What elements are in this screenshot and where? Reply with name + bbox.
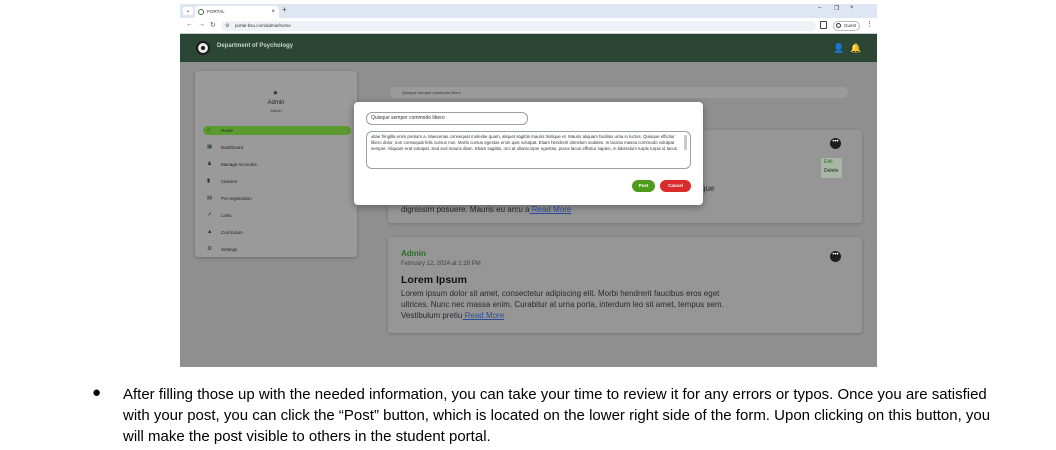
post-title: Lorem Ipsum xyxy=(401,274,467,286)
address-bar[interactable]: ⚙ portal-bsu.com/admin/home xyxy=(221,21,816,31)
browser-tab[interactable]: PORTAL × xyxy=(195,6,279,18)
user-profile-icon[interactable]: 👤 xyxy=(833,43,844,54)
sidebar-user-name: Admin xyxy=(267,100,285,106)
tab-title: PORTAL xyxy=(207,9,225,14)
sidebar-item-label: Manage Accounts xyxy=(221,162,257,167)
post-date: February 12, 2024 at 1:28 PM xyxy=(401,261,481,267)
department-title: Department of Psychology xyxy=(217,43,294,49)
sidebar-item-settings[interactable]: ⚙ Settings xyxy=(203,245,351,254)
site-info-icon[interactable]: ⚙ xyxy=(225,21,229,31)
gear-icon: ⚙ xyxy=(207,246,212,252)
read-more-link[interactable]: Read More xyxy=(530,205,572,214)
post-options-menu: Edit Delete xyxy=(821,158,842,178)
instruction-text: After filling those up with the needed i… xyxy=(123,386,991,445)
close-window-button[interactable]: × xyxy=(850,5,854,11)
forward-arrow-icon[interactable]: → xyxy=(198,21,205,28)
department-logo xyxy=(196,41,210,55)
sidebar-item-manage-accounts[interactable]: ♟ Manage Accounts xyxy=(203,160,351,169)
create-post-modal: Quisque semper commodo libero vitae frin… xyxy=(354,102,703,205)
cancel-button[interactable]: Cancel xyxy=(660,180,691,192)
browser-menu-icon[interactable]: ⋮ xyxy=(866,20,873,28)
textarea-scrollbar[interactable] xyxy=(684,135,687,150)
post-body-textarea[interactable]: vitae fringilla enim pretium a. Maecenas… xyxy=(366,131,691,169)
sidebar-item-home[interactable]: ⌂ Home xyxy=(203,126,351,135)
read-more-link[interactable]: Read More xyxy=(462,311,505,320)
post-card: Admin February 12, 2024 at 1:28 PM Lorem… xyxy=(388,237,862,333)
sidebar-item-label: Pre-registration xyxy=(221,196,252,201)
favicon-icon xyxy=(198,9,204,15)
post-options-icon[interactable]: ••• xyxy=(830,138,841,149)
sidebar-item-dashboard[interactable]: ▦ Dashboard xyxy=(203,143,351,152)
bullet-point: ● xyxy=(92,384,102,401)
sidebar-item-label: Classes xyxy=(221,179,238,184)
back-arrow-icon[interactable]: ← xyxy=(186,21,193,28)
sidebar-item-label: Links xyxy=(221,213,232,218)
post-body-text: dignissim posuere. Mauris eu arcu a xyxy=(401,205,530,214)
profile-label: Guest xyxy=(844,23,857,28)
post-options-icon[interactable]: ••• xyxy=(830,251,841,262)
post-button[interactable]: Post xyxy=(632,180,655,192)
profile-icon xyxy=(836,23,841,28)
portal-header: Department of Psychology 👤 🔔 xyxy=(180,34,877,62)
browser-tab-strip: ⌄ PORTAL × + – ❐ × xyxy=(180,4,877,18)
side-panel-icon[interactable] xyxy=(820,21,827,29)
post-title-input[interactable]: Quisque semper commodo libero xyxy=(366,112,528,125)
new-tab-button[interactable]: + xyxy=(282,5,287,14)
link-icon: ↗ xyxy=(207,212,212,218)
reload-icon[interactable]: ↻ xyxy=(210,21,216,29)
sidebar: ● Admin Admin ⌂ Home ▦ Dashboard ♟ Manag… xyxy=(195,71,357,257)
create-post-bar[interactable]: Quisque semper commodo libero xyxy=(390,87,848,98)
sidebar-item-pre-registration[interactable]: ▤ Pre-registration xyxy=(203,194,351,203)
sidebar-item-links[interactable]: ↗ Links xyxy=(203,211,351,220)
url-text: portal-bsu.com/admin/home xyxy=(235,23,291,28)
sidebar-item-classes[interactable]: ▮ Classes xyxy=(203,177,351,186)
post-body-last-line: dignissim posuere. Mauris eu arcu a Read… xyxy=(401,205,571,214)
tab-close-icon[interactable]: × xyxy=(271,6,275,18)
delete-menu-item[interactable]: Delete xyxy=(824,167,842,176)
sidebar-item-label: Curriculum xyxy=(221,230,243,235)
book-icon: ▮ xyxy=(207,178,211,184)
user-avatar-icon: ● xyxy=(273,88,278,97)
graduation-cap-icon: ▲ xyxy=(207,229,213,235)
post-body: Lorem ipsum dolor sit amet, consectetur … xyxy=(401,288,746,321)
sidebar-item-curriculum[interactable]: ▲ Curriculum xyxy=(203,228,351,237)
sidebar-item-label: Settings xyxy=(221,247,238,252)
edit-menu-item[interactable]: Edit xyxy=(824,158,842,167)
minimize-button[interactable]: – xyxy=(818,5,821,11)
post-author: Admin xyxy=(401,249,426,258)
post-body-text: Lorem ipsum dolor sit amet, consectetur … xyxy=(401,289,724,320)
post-body-value: vitae fringilla enim pretium a. Maecenas… xyxy=(371,134,679,151)
document-icon: ▤ xyxy=(207,195,213,201)
notification-bell-icon[interactable]: 🔔 xyxy=(850,43,861,54)
portal-screenshot: ⌄ PORTAL × + – ❐ × ← → ↻ ⚙ portal-bsu.co… xyxy=(180,4,877,367)
tab-search-chevron-icon[interactable]: ⌄ xyxy=(183,7,193,15)
restore-button[interactable]: ❐ xyxy=(834,5,839,12)
browser-toolbar: ← → ↻ ⚙ portal-bsu.com/admin/home Guest … xyxy=(180,18,877,34)
dashboard-icon: ▦ xyxy=(207,144,213,150)
sidebar-user-role: Admin xyxy=(270,108,282,113)
sidebar-item-label: Dashboard xyxy=(221,145,244,150)
accounts-icon: ♟ xyxy=(207,161,212,167)
sidebar-item-label: Home xyxy=(221,128,234,133)
main-content: ● Admin Admin ⌂ Home ▦ Dashboard ♟ Manag… xyxy=(180,62,877,367)
post-body-fragment: que xyxy=(701,184,715,193)
home-icon: ⌂ xyxy=(207,127,211,133)
profile-button[interactable]: Guest xyxy=(833,21,860,31)
